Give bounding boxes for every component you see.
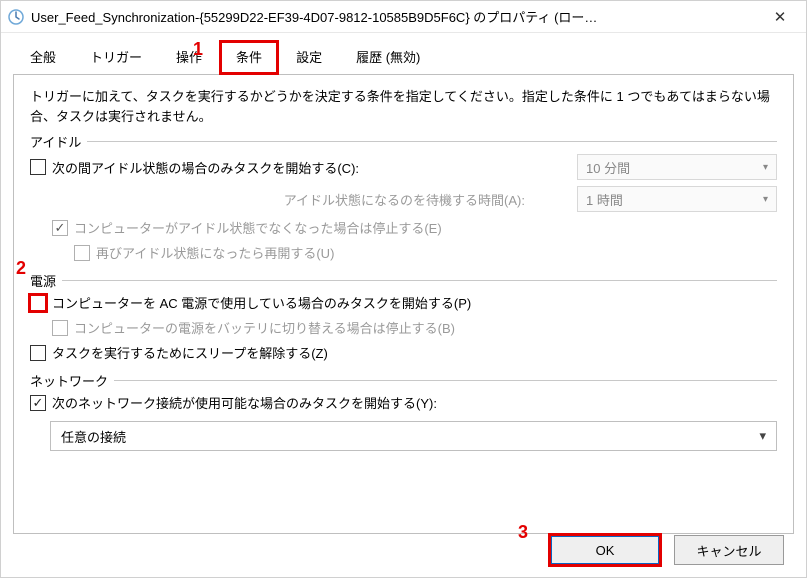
- checkbox-start-only-network[interactable]: [30, 395, 46, 411]
- ok-button-label: OK: [596, 543, 615, 558]
- tab-history[interactable]: 履歴 (無効): [339, 40, 437, 75]
- group-power-label: 電源: [30, 271, 56, 290]
- group-idle: アイドル: [30, 132, 777, 151]
- annotation-2: 2: [16, 258, 26, 279]
- checkbox-start-only-idle[interactable]: [30, 159, 46, 175]
- cancel-button[interactable]: キャンセル: [674, 535, 784, 565]
- ok-button[interactable]: OK: [550, 535, 660, 565]
- select-idle-wait-value: 1 時間: [586, 190, 623, 209]
- checkbox-stop-on-battery[interactable]: [52, 320, 68, 336]
- group-divider: [114, 380, 777, 381]
- select-idle-wait[interactable]: 1 時間 ▾: [577, 186, 777, 212]
- group-network: ネットワーク: [30, 371, 777, 390]
- task-scheduler-icon: [7, 8, 25, 26]
- checkbox-stop-if-not-idle[interactable]: [52, 220, 68, 236]
- group-divider: [62, 280, 777, 281]
- tab-conditions[interactable]: 条件: [219, 40, 279, 75]
- label-stop-if-not-idle: コンピューターがアイドル状態でなくなった場合は停止する(E): [74, 218, 442, 237]
- checkbox-restart-on-idle[interactable]: [74, 245, 90, 261]
- tab-actions[interactable]: 操作: [159, 40, 219, 75]
- cancel-button-label: キャンセル: [696, 541, 761, 560]
- tab-strip: 全般 トリガー 操作 条件 設定 履歴 (無効): [1, 33, 806, 74]
- tab-triggers[interactable]: トリガー: [73, 40, 159, 75]
- label-start-only-network: 次のネットワーク接続が使用可能な場合のみタスクを開始する(Y):: [52, 393, 437, 412]
- label-stop-on-battery: コンピューターの電源をバッテリに切り替える場合は停止する(B): [74, 318, 455, 337]
- close-button[interactable]: ✕: [760, 8, 800, 26]
- select-idle-duration[interactable]: 10 分間 ▾: [577, 154, 777, 180]
- window-title: User_Feed_Synchronization-{55299D22-EF39…: [31, 7, 760, 26]
- checkbox-wake-to-run[interactable]: [30, 345, 46, 361]
- chevron-down-icon: ▾: [763, 194, 768, 205]
- tab-settings[interactable]: 設定: [279, 40, 339, 75]
- tab-general[interactable]: 全般: [13, 40, 73, 75]
- conditions-description: トリガーに加えて、タスクを実行するかどうかを決定する条件を指定してください。指定…: [30, 87, 777, 126]
- chevron-down-icon: ▾: [763, 162, 768, 173]
- annotation-3: 3: [518, 522, 528, 543]
- group-idle-label: アイドル: [30, 132, 81, 151]
- select-network-connection-value: 任意の接続: [61, 427, 126, 446]
- checkbox-start-only-ac[interactable]: [30, 295, 46, 311]
- select-network-connection[interactable]: 任意の接続 ▾: [50, 421, 777, 451]
- group-divider: [87, 141, 777, 142]
- dialog-footer: OK キャンセル: [550, 535, 784, 565]
- group-power: 電源: [30, 271, 777, 290]
- label-start-only-ac: コンピューターを AC 電源で使用している場合のみタスクを開始する(P): [52, 293, 471, 312]
- annotation-1: 1: [193, 39, 203, 60]
- group-network-label: ネットワーク: [30, 371, 108, 390]
- title-bar: User_Feed_Synchronization-{55299D22-EF39…: [1, 1, 806, 33]
- label-start-only-idle: 次の間アイドル状態の場合のみタスクを開始する(C):: [52, 158, 359, 177]
- select-idle-duration-value: 10 分間: [586, 158, 630, 177]
- chevron-down-icon: ▾: [759, 428, 766, 444]
- conditions-panel: トリガーに加えて、タスクを実行するかどうかを決定する条件を指定してください。指定…: [13, 74, 794, 534]
- label-restart-on-idle: 再びアイドル状態になったら再開する(U): [96, 243, 334, 262]
- label-wake-to-run: タスクを実行するためにスリープを解除する(Z): [52, 343, 328, 362]
- properties-dialog: User_Feed_Synchronization-{55299D22-EF39…: [0, 0, 807, 578]
- label-idle-wait: アイドル状態になるのを待機する時間(A):: [284, 193, 525, 208]
